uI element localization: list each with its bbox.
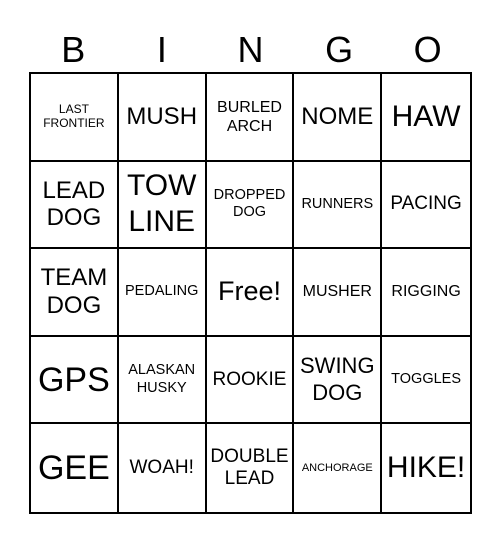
bingo-cell[interactable]: DROPPED DOG [206, 161, 295, 250]
bingo-cell-label: ALASKAN HUSKY [128, 362, 196, 396]
bingo-cell-label: MUSHER [302, 283, 372, 301]
bingo-cell[interactable]: BURLED ARCH [206, 74, 295, 162]
bingo-cell[interactable]: TEAM DOG [31, 249, 119, 337]
bingo-cell[interactable]: PEDALING [118, 249, 207, 337]
bingo-card-grid: LAST FRONTIER MUSH BURLED ARCH NOME HAW LEAD … [29, 72, 472, 514]
bingo-cell-label: TOW LINE [126, 169, 197, 239]
bingo-cell[interactable]: NOME [294, 74, 383, 162]
bingo-cell[interactable]: ALASKAN HUSKY [118, 336, 207, 425]
bingo-cell-label: GEE [37, 449, 110, 488]
bingo-cell-label: TEAM DOG [40, 264, 108, 319]
bingo-cell[interactable]: LEAD DOG [31, 161, 119, 250]
bingo-cell-label: TOGGLES [391, 370, 462, 387]
bingo-cell[interactable]: SWING DOG [294, 336, 383, 425]
bingo-cell-label: RUNNERS [301, 195, 374, 212]
bingo-cell[interactable]: RUNNERS [294, 161, 383, 250]
bingo-cell-label: PEDALING [125, 283, 199, 300]
header-letter-b: B [61, 29, 86, 70]
bingo-cell[interactable]: WOAH! [119, 424, 207, 512]
bingo-cell-label: HAW [391, 99, 461, 133]
bingo-cell[interactable]: HIKE! [382, 424, 470, 512]
bingo-cell[interactable]: PACING [382, 162, 470, 250]
bingo-cell[interactable]: HAW [382, 74, 470, 162]
bingo-cell-label: DROPPED DOG [213, 187, 286, 221]
bingo-cell-label: DOUBLE LEAD [210, 446, 289, 490]
bingo-cell[interactable]: LAST FRONTIER [31, 74, 119, 162]
header-letter-i: I [156, 29, 167, 70]
bingo-cell-label: LAST FRONTIER [43, 102, 105, 130]
bingo-cell[interactable]: DOUBLE LEAD [207, 424, 295, 512]
bingo-cell[interactable]: TOW LINE [118, 161, 207, 250]
header-letter-n: N [237, 29, 264, 70]
bingo-cell[interactable]: ROOKIE [206, 336, 295, 425]
bingo-cell-label: PACING [390, 193, 462, 215]
bingo-cell-label: SWING DOG [300, 353, 375, 405]
header-letter-o: O [413, 29, 442, 70]
bingo-cell-label: WOAH! [129, 457, 194, 479]
bingo-cell-label: ANCHORAGE [301, 461, 373, 474]
bingo-cell[interactable]: RIGGING [382, 249, 470, 337]
header-letter-g: G [325, 29, 354, 70]
bingo-cell[interactable]: MUSHER [294, 249, 383, 337]
bingo-cell[interactable]: MUSH [118, 74, 207, 162]
bingo-cell[interactable]: TOGGLES [382, 337, 470, 425]
bingo-cell-label: NOME [301, 103, 374, 130]
bingo-cell-label: RIGGING [391, 283, 461, 301]
bingo-cell-label: LEAD DOG [42, 176, 106, 232]
bingo-cell[interactable]: GPS [31, 336, 119, 425]
free-space-cell[interactable]: Free! [206, 249, 295, 337]
bingo-cell-label: GPS [37, 360, 110, 399]
bingo-cell-label: MUSH [126, 103, 198, 130]
bingo-cell[interactable]: ANCHORAGE [294, 424, 383, 512]
bingo-cell-label: HIKE! [386, 451, 466, 485]
bingo-cell[interactable]: GEE [31, 424, 119, 512]
bingo-cell-label: ROOKIE [212, 368, 287, 390]
bingo-cell-label: BURLED ARCH [217, 98, 282, 135]
bingo-header: B I N G O [29, 28, 472, 72]
bingo-cell-label: Free! [217, 276, 281, 307]
